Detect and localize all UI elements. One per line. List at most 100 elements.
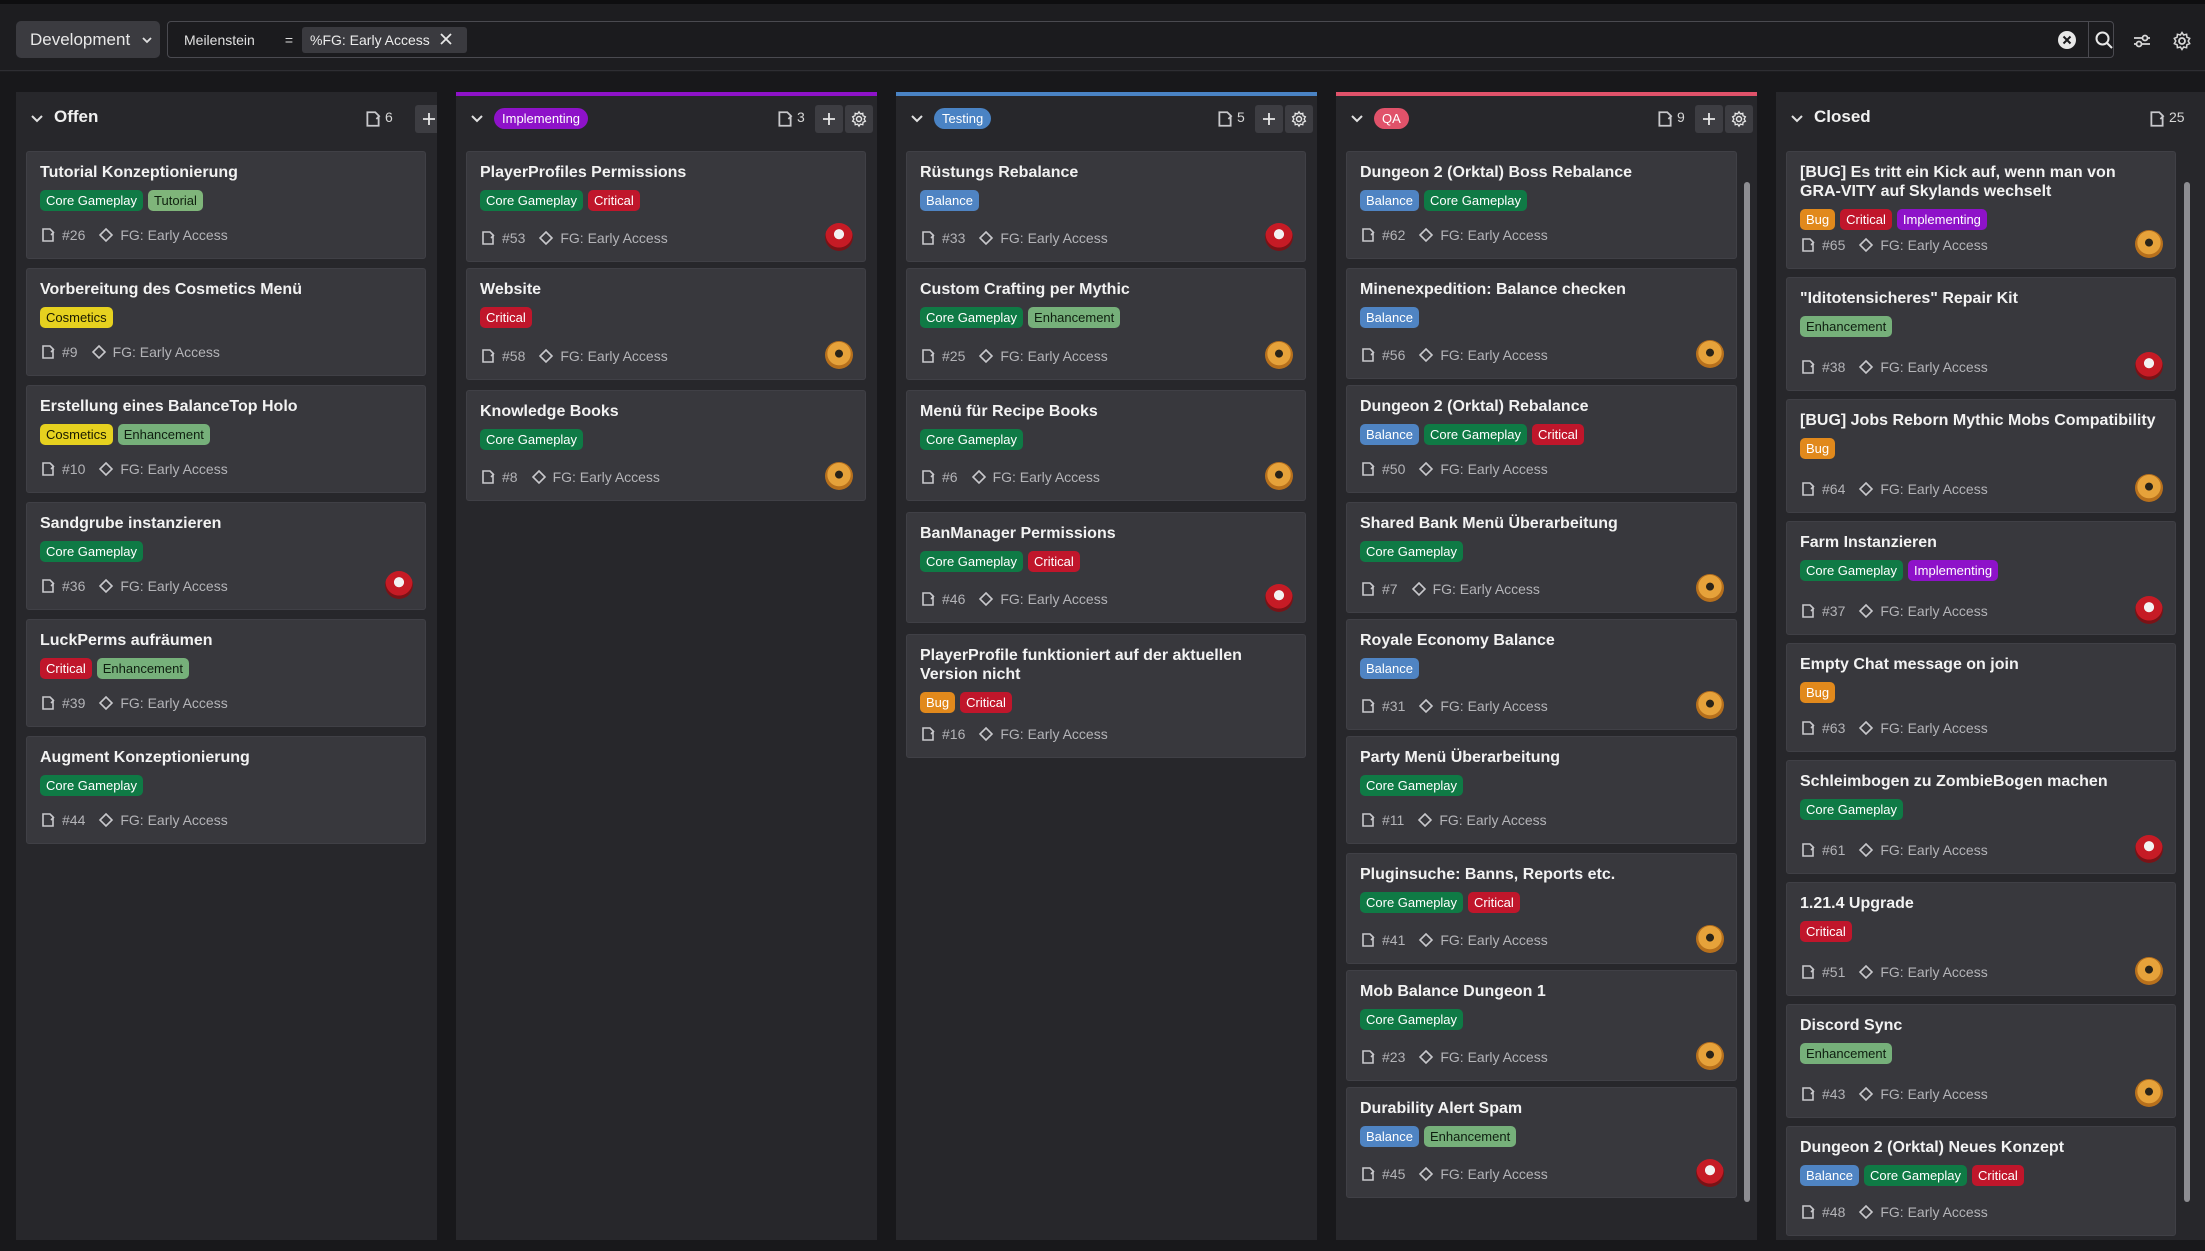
tag-critical[interactable]: Critical: [1028, 551, 1080, 572]
tag-enhancement[interactable]: Enhancement: [96, 658, 189, 679]
issue-title[interactable]: Discord Sync: [1800, 1016, 2159, 1035]
issue-milestone[interactable]: FG: Early Access: [1880, 964, 1987, 980]
issue-milestone[interactable]: FG: Early Access: [560, 348, 667, 364]
avatar[interactable]: [1265, 223, 1293, 251]
issue-title[interactable]: PlayerProfiles Permissions: [480, 163, 849, 182]
search-icon[interactable]: [2092, 28, 2116, 52]
tag-tutorial[interactable]: Tutorial: [148, 190, 203, 211]
tag-core-gameplay[interactable]: Core Gameplay: [40, 190, 144, 211]
tag-critical[interactable]: Critical: [480, 307, 532, 328]
chevron-down-icon[interactable]: [468, 110, 486, 128]
issue-milestone[interactable]: FG: Early Access: [1880, 237, 1987, 253]
issue-milestone[interactable]: FG: Early Access: [113, 344, 220, 360]
tag-critical[interactable]: Critical: [40, 658, 92, 679]
tag-core-gameplay[interactable]: Core Gameplay: [480, 429, 584, 450]
issue-milestone[interactable]: FG: Early Access: [1000, 230, 1107, 246]
gear-icon[interactable]: [2171, 30, 2193, 52]
tag-core-gameplay[interactable]: Core Gameplay: [1423, 424, 1528, 445]
avatar[interactable]: [2135, 230, 2163, 258]
add-issue-button[interactable]: [1695, 105, 1723, 133]
issue-card[interactable]: Empty Chat message on join Bug #63 FG: Earl…: [1786, 643, 2176, 752]
issue-title[interactable]: 1.21.4 Upgrade: [1800, 894, 2159, 913]
avatar[interactable]: [1696, 1042, 1724, 1070]
issue-title[interactable]: Augment Konzeptionierung: [40, 748, 409, 767]
tag-core-gameplay[interactable]: Core Gameplay: [920, 307, 1024, 328]
avatar[interactable]: [1696, 925, 1724, 953]
issue-milestone[interactable]: FG: Early Access: [1440, 461, 1547, 477]
avatar[interactable]: [2135, 352, 2163, 380]
issue-title[interactable]: Dungeon 2 (Orktal) Neues Konzept: [1800, 1138, 2159, 1157]
tag-implementing[interactable]: Implementing: [1908, 560, 1999, 581]
issue-card[interactable]: Custom Crafting per Mythic Core Gameplay E…: [906, 268, 1306, 380]
issue-card[interactable]: PlayerProfiles Permissions Core Gameplay C…: [466, 151, 866, 262]
avatar[interactable]: [1265, 341, 1293, 369]
issue-title[interactable]: Dungeon 2 (Orktal) Rebalance: [1360, 397, 1720, 416]
tag-balance[interactable]: Balance: [1360, 307, 1419, 328]
avatar[interactable]: [1696, 1159, 1724, 1187]
issue-title[interactable]: PlayerProfile funktioniert auf der aktue…: [920, 646, 1289, 684]
avatar[interactable]: [1696, 574, 1724, 602]
issue-card[interactable]: BanManager Permissions Core Gameplay Criti…: [906, 512, 1306, 623]
avatar[interactable]: [825, 341, 853, 369]
issue-milestone[interactable]: FG: Early Access: [553, 469, 660, 485]
issue-card[interactable]: PlayerProfile funktioniert auf der aktue…: [906, 634, 1306, 758]
avatar[interactable]: [1265, 462, 1293, 490]
issue-card[interactable]: Rüstungs Rebalance Balance #33 FG: Early Ac…: [906, 151, 1306, 262]
tag-bug[interactable]: Bug: [1800, 438, 1836, 459]
issue-card[interactable]: [BUG] Jobs Reborn Mythic Mobs Compatibil…: [1786, 399, 2176, 513]
tag-core-gameplay[interactable]: Core Gameplay: [1800, 799, 1904, 820]
issue-milestone[interactable]: FG: Early Access: [1880, 603, 1987, 619]
issue-title[interactable]: Rüstungs Rebalance: [920, 163, 1289, 182]
add-issue-button[interactable]: [415, 105, 437, 133]
issue-milestone[interactable]: FG: Early Access: [120, 578, 227, 594]
avatar[interactable]: [2135, 835, 2163, 863]
issue-milestone[interactable]: FG: Early Access: [120, 812, 227, 828]
tag-bug[interactable]: Bug: [1800, 682, 1836, 703]
tag-core-gameplay[interactable]: Core Gameplay: [1863, 1165, 1968, 1186]
issue-title[interactable]: Pluginsuche: Banns, Reports etc.: [1360, 865, 1720, 884]
tag-enhancement[interactable]: Enhancement: [1800, 316, 1893, 337]
issue-card[interactable]: Website Critical #58 FG: Early Access: [466, 268, 866, 380]
issue-title[interactable]: "Iditotensicheres" Repair Kit: [1800, 289, 2159, 308]
issue-milestone[interactable]: FG: Early Access: [1439, 812, 1546, 828]
issue-title[interactable]: BanManager Permissions: [920, 524, 1289, 543]
avatar[interactable]: [1265, 584, 1293, 612]
issue-card[interactable]: Dungeon 2 (Orktal) Rebalance Balance Core …: [1346, 385, 1737, 493]
avatar[interactable]: [2135, 596, 2163, 624]
sliders-icon[interactable]: [2131, 30, 2153, 52]
tag-core-gameplay[interactable]: Core Gameplay: [1360, 892, 1464, 913]
tag-core-gameplay[interactable]: Core Gameplay: [1360, 541, 1464, 562]
issue-card[interactable]: Royale Economy Balance Balance #31 FG: Earl…: [1346, 619, 1737, 730]
close-icon[interactable]: [436, 29, 456, 49]
avatar[interactable]: [2135, 1079, 2163, 1107]
issue-card[interactable]: [BUG] Es tritt ein Kick auf, wenn man vo…: [1786, 151, 2176, 269]
tag-core-gameplay[interactable]: Core Gameplay: [480, 190, 584, 211]
column-scrollbar[interactable]: [1744, 182, 1750, 1202]
issue-title[interactable]: Custom Crafting per Mythic: [920, 280, 1289, 299]
issue-card[interactable]: Vorbereitung des Cosmetics Menü Cosmetics…: [26, 268, 426, 376]
tag-implementing[interactable]: Implementing: [1896, 209, 1987, 230]
tag-balance[interactable]: Balance: [1360, 658, 1419, 679]
issue-title[interactable]: Durability Alert Spam: [1360, 1099, 1720, 1118]
project-select[interactable]: Development: [16, 21, 160, 58]
filter-bar[interactable]: Meilenstein = %FG: Early Access: [167, 21, 2114, 58]
avatar[interactable]: [825, 223, 853, 251]
issue-milestone[interactable]: FG: Early Access: [1000, 591, 1107, 607]
avatar[interactable]: [825, 462, 853, 490]
issue-title[interactable]: LuckPerms aufräumen: [40, 631, 409, 650]
issue-title[interactable]: Dungeon 2 (Orktal) Boss Rebalance: [1360, 163, 1720, 182]
issue-milestone[interactable]: FG: Early Access: [1880, 1204, 1987, 1220]
issue-milestone[interactable]: FG: Early Access: [1440, 227, 1547, 243]
clear-circle-icon[interactable]: [2055, 28, 2079, 52]
tag-balance[interactable]: Balance: [1360, 190, 1419, 211]
issue-title[interactable]: Vorbereitung des Cosmetics Menü: [40, 280, 409, 299]
add-issue-button[interactable]: [815, 105, 843, 133]
tag-core-gameplay[interactable]: Core Gameplay: [1360, 1009, 1464, 1030]
tag-cosmetics[interactable]: Cosmetics: [40, 307, 113, 328]
tag-core-gameplay[interactable]: Core Gameplay: [920, 551, 1024, 572]
issue-title[interactable]: Knowledge Books: [480, 402, 849, 421]
issue-milestone[interactable]: FG: Early Access: [1440, 1049, 1547, 1065]
tag-balance[interactable]: Balance: [1360, 424, 1419, 445]
issue-card[interactable]: Dungeon 2 (Orktal) Neues Konzept Balance C…: [1786, 1126, 2176, 1236]
issue-milestone[interactable]: FG: Early Access: [1880, 481, 1987, 497]
